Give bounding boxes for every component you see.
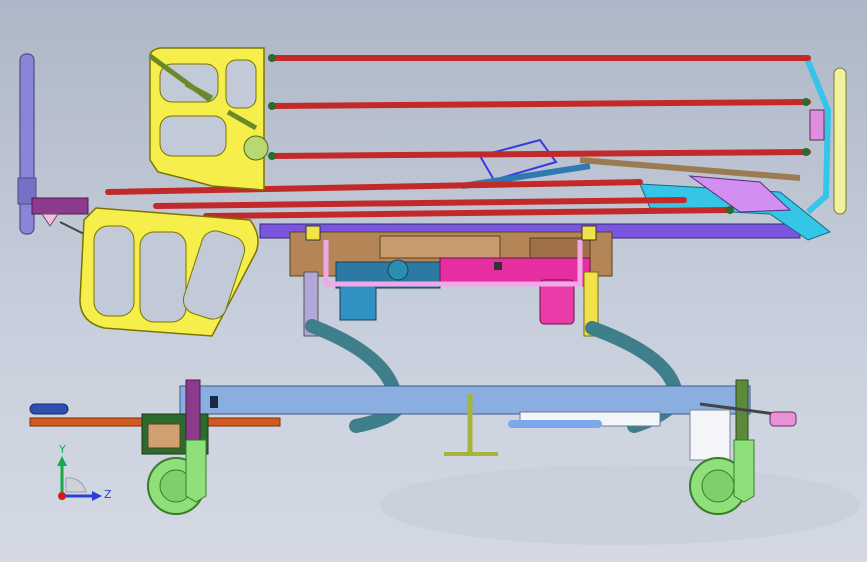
brace-tan[interactable] xyxy=(579,157,801,181)
headboard-upper[interactable] xyxy=(148,47,269,191)
headboard-lower[interactable] xyxy=(79,207,259,337)
floor-shadow xyxy=(380,465,860,545)
left-caster[interactable] xyxy=(141,379,209,515)
axis-y-label: Y xyxy=(59,443,66,456)
teal-motor[interactable] xyxy=(335,259,441,321)
axis-z-label: Z xyxy=(104,488,112,501)
axis-z-icon xyxy=(92,491,102,501)
cad-viewport[interactable]: Y Z xyxy=(0,0,867,562)
axis-y-icon xyxy=(57,456,67,466)
axis-x-dot xyxy=(58,492,66,500)
view-cube-quadrant xyxy=(65,477,87,493)
hospital-bed-assembly-drawing[interactable] xyxy=(0,0,867,562)
pink-motor[interactable] xyxy=(439,257,591,325)
axis-triad xyxy=(57,456,102,501)
left-post[interactable] xyxy=(17,53,89,235)
